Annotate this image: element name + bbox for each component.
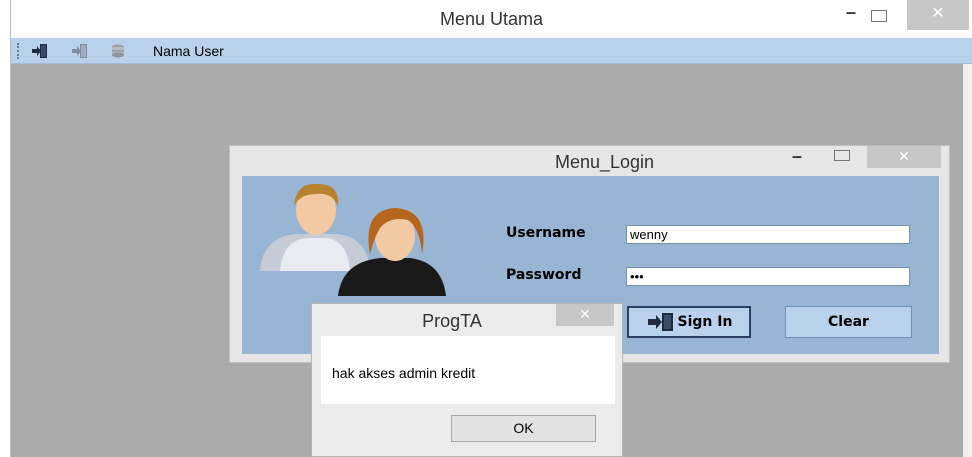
users-avatar-icon [250,176,450,296]
message-box-close-button[interactable]: ✕ [556,304,614,326]
signin-label: Sign In [677,314,733,330]
signin-button[interactable]: Sign In [627,306,751,338]
password-input[interactable]: ••• [626,267,910,286]
login-door-icon[interactable] [31,43,49,59]
login-maximize-button[interactable] [830,146,854,166]
username-input[interactable]: wenny [626,225,910,244]
username-label: Username [506,225,586,241]
logout-door-icon[interactable] [71,43,89,59]
signin-door-icon [647,313,673,331]
login-close-button[interactable]: ✕ [867,146,941,168]
main-window-title: Menu Utama [439,9,544,29]
main-maximize-button[interactable] [867,4,891,24]
login-titlebar[interactable]: Menu_Login – ✕ [230,146,949,176]
main-close-button[interactable]: ✕ [907,0,969,30]
database-icon[interactable] [109,43,127,59]
clear-button[interactable]: Clear [785,306,912,338]
ok-button[interactable]: OK [451,415,596,442]
toolbar-user-label[interactable]: Nama User [153,43,224,59]
main-minimize-button[interactable]: – [839,2,863,26]
toolbar-grip[interactable] [17,43,19,59]
toolbar: Nama User [11,38,972,64]
message-text: hak akses admin kredit [332,365,476,381]
message-box-content: hak akses admin kredit [321,336,615,404]
message-box: ProgTA ✕ hak akses admin kredit OK [311,303,623,457]
login-minimize-button[interactable]: – [785,146,809,170]
password-label: Password [506,267,582,283]
main-titlebar[interactable]: Menu Utama – ✕ [11,0,972,38]
